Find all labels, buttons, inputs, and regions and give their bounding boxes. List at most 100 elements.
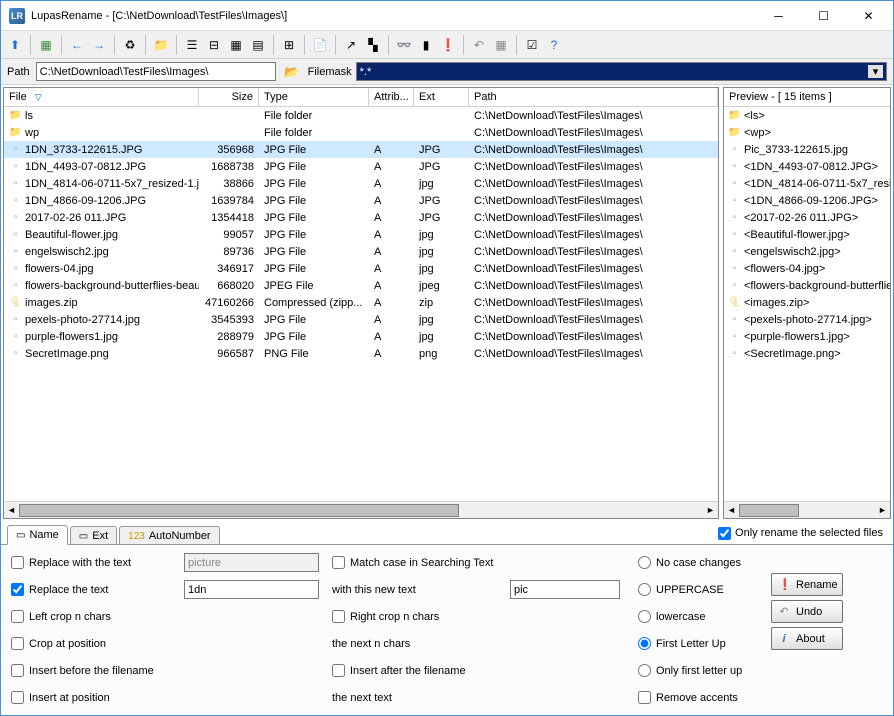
file-list-body[interactable]: 📁lsFile folderC:\NetDownload\TestFiles\I… (4, 107, 718, 501)
filemask-input[interactable]: *.* ▾ (356, 62, 887, 81)
glasses-icon[interactable]: 👓 (394, 35, 414, 55)
table-row[interactable]: ▫flowers-background-butterflies-beau...6… (4, 277, 718, 294)
preview-item[interactable]: ▫<flowers-04.jpg> (724, 260, 890, 277)
preview-header[interactable]: Preview - [ 15 items ] (724, 88, 890, 107)
table-row[interactable]: ▫flowers-04.jpg346917JPG FileAjpgC:\NetD… (4, 260, 718, 277)
table-row[interactable]: ▫2017-02-26 011.JPG1354418JPG FileAJPGC:… (4, 209, 718, 226)
rename-button[interactable]: ❗Rename (771, 573, 843, 596)
replace-the-text-input[interactable] (184, 580, 319, 599)
barcode-icon[interactable]: ▮ (416, 35, 436, 55)
uppercase-radio[interactable] (638, 583, 651, 596)
preview-list-body[interactable]: 📁<ls>📁<wp>▫Pic_3733-122615.jpg▫<1DN_4493… (724, 107, 890, 501)
table-row[interactable]: ▫engelswisch2.jpg89736JPG FileAjpgC:\Net… (4, 243, 718, 260)
preview-scroll-left-icon[interactable]: ◄ (724, 505, 739, 515)
help-icon[interactable]: ? (544, 35, 564, 55)
left-crop-checkbox[interactable] (11, 610, 24, 623)
filemask-dropdown-icon[interactable]: ▾ (868, 65, 883, 78)
doc-icon[interactable]: 📄 (310, 35, 330, 55)
insert-after-checkbox[interactable] (332, 664, 345, 677)
undo-button[interactable]: ↶Undo (771, 600, 843, 623)
undo-icon[interactable]: ↶ (469, 35, 489, 55)
col-type[interactable]: Type (259, 88, 369, 106)
recycle-icon[interactable]: ♻ (120, 35, 140, 55)
insert-at-checkbox[interactable] (11, 691, 24, 704)
table-row[interactable]: 🗜images.zip47160266Compressed (zipp...Az… (4, 294, 718, 311)
tool-6-icon[interactable]: ↗ (341, 35, 361, 55)
preview-item[interactable]: ▫<SecretImage.png> (724, 345, 890, 362)
tool-1-icon[interactable]: ☰ (182, 35, 202, 55)
table-row[interactable]: ▫1DN_4493-07-0812.JPG1688738JPG FileAJPG… (4, 158, 718, 175)
tool-2-icon[interactable]: ⊟ (204, 35, 224, 55)
tool-3-icon[interactable]: ▦ (226, 35, 246, 55)
replace-with-text-input[interactable] (184, 553, 319, 572)
preview-item[interactable]: ▫Pic_3733-122615.jpg (724, 141, 890, 158)
col-attrib[interactable]: Attrib... (369, 88, 414, 106)
tool-8-icon[interactable]: ☑ (522, 35, 542, 55)
preview-item[interactable]: ▫<pexels-photo-27714.jpg> (724, 311, 890, 328)
preview-scroll-right-icon[interactable]: ► (875, 505, 890, 515)
lowercase-radio[interactable] (638, 610, 651, 623)
table-row[interactable]: ▫1DN_3733-122615.JPG356968JPG FileAJPGC:… (4, 141, 718, 158)
minimize-button[interactable]: ─ (756, 2, 801, 30)
preview-item[interactable]: ▫<2017-02-26 011.JPG> (724, 209, 890, 226)
table-row[interactable]: ▫SecretImage.png966587PNG FileApngC:\Net… (4, 345, 718, 362)
preview-item-name: <pexels-photo-27714.jpg> (744, 314, 872, 326)
col-file[interactable]: File▽ (4, 88, 199, 106)
table-row[interactable]: ▫1DN_4814-06-0711-5x7_resized-1.j...3886… (4, 175, 718, 192)
tab-autonumber[interactable]: 123AutoNumber (119, 526, 219, 545)
back-icon[interactable]: ← (67, 35, 87, 55)
tool-4-icon[interactable]: ▤ (248, 35, 268, 55)
preview-h-scrollbar[interactable]: ◄ ► (724, 501, 890, 518)
preview-item[interactable]: ▫<engelswisch2.jpg> (724, 243, 890, 260)
preview-item[interactable]: 📁<wp> (724, 124, 890, 141)
table-row[interactable]: ▫pexels-photo-27714.jpg3545393JPG FileAj… (4, 311, 718, 328)
col-ext[interactable]: Ext (414, 88, 469, 106)
crop-at-checkbox[interactable] (11, 637, 24, 650)
preview-item[interactable]: 🗜<images.zip> (724, 294, 890, 311)
col-size[interactable]: Size (199, 88, 259, 106)
scroll-right-icon[interactable]: ► (703, 505, 718, 515)
with-new-text-input[interactable] (510, 580, 620, 599)
remove-accents-checkbox[interactable] (638, 691, 651, 704)
tool-7-icon[interactable]: ▦ (491, 35, 511, 55)
insert-before-checkbox[interactable] (11, 664, 24, 677)
table-row[interactable]: ▫1DN_4866-09-1206.JPG1639784JPG FileAJPG… (4, 192, 718, 209)
about-button[interactable]: iAbout (771, 627, 843, 650)
path-input[interactable] (36, 62, 276, 81)
color-icon[interactable]: ▚ (363, 35, 383, 55)
preview-item[interactable]: ▫<1DN_4814-06-0711-5x7_resized-1. (724, 175, 890, 192)
col-path[interactable]: Path (469, 88, 718, 106)
replace-with-text-checkbox[interactable] (11, 556, 24, 569)
table-row[interactable]: ▫Beautiful-flower.jpg99057JPG FileAjpgC:… (4, 226, 718, 243)
no-case-radio[interactable] (638, 556, 651, 569)
only-first-radio[interactable] (638, 664, 651, 677)
match-case-checkbox[interactable] (332, 556, 345, 569)
first-letter-up-radio[interactable] (638, 637, 651, 650)
preview-item[interactable]: 📁<ls> (724, 107, 890, 124)
preview-item[interactable]: ▫<1DN_4866-09-1206.JPG> (724, 192, 890, 209)
preview-item[interactable]: ▫<purple-flowers1.jpg> (724, 328, 890, 345)
refresh-icon[interactable]: ▦ (36, 35, 56, 55)
tab-ext[interactable]: ▭Ext (70, 526, 117, 545)
tab-name[interactable]: ▭Name (7, 525, 68, 545)
maximize-button[interactable]: ☐ (801, 2, 846, 30)
replace-the-text-checkbox[interactable] (11, 583, 24, 596)
table-row[interactable]: 📁lsFile folderC:\NetDownload\TestFiles\I… (4, 107, 718, 124)
only-selected-checkbox[interactable] (718, 527, 731, 540)
file-path: C:\NetDownload\TestFiles\Images\ (469, 144, 718, 156)
right-crop-checkbox[interactable] (332, 610, 345, 623)
preview-item[interactable]: ▫<Beautiful-flower.jpg> (724, 226, 890, 243)
table-row[interactable]: ▫purple-flowers1.jpg288979JPG FileAjpgC:… (4, 328, 718, 345)
folder-icon[interactable]: 📁 (151, 35, 171, 55)
h-scrollbar[interactable]: ◄ ► (4, 501, 718, 518)
close-button[interactable]: ✕ (846, 2, 891, 30)
exclaim-icon[interactable]: ❗ (438, 35, 458, 55)
forward-icon[interactable]: → (89, 35, 109, 55)
preview-item[interactable]: ▫<flowers-background-butterflies-bea. (724, 277, 890, 294)
scroll-left-icon[interactable]: ◄ (4, 505, 19, 515)
browse-folder-icon[interactable]: 📂 (282, 62, 302, 82)
up-folder-icon[interactable]: ⬆ (5, 35, 25, 55)
preview-item[interactable]: ▫<1DN_4493-07-0812.JPG> (724, 158, 890, 175)
table-row[interactable]: 📁wpFile folderC:\NetDownload\TestFiles\I… (4, 124, 718, 141)
tool-5-icon[interactable]: ⊞ (279, 35, 299, 55)
